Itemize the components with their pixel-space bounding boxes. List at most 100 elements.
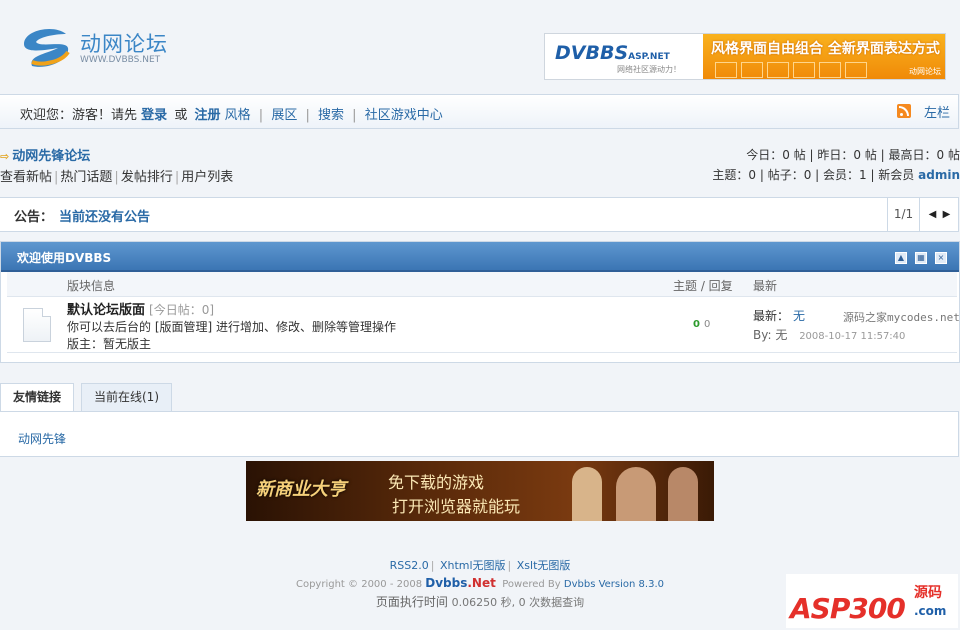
tab-friend-links[interactable]: 友情链接 xyxy=(0,383,75,412)
logo-url: WWW.DVBBS.NET xyxy=(80,55,161,65)
rss-link[interactable]: RSS2.0 xyxy=(390,559,429,572)
last-post-date: 2008-10-17 11:57:40 xyxy=(799,331,906,342)
reply-count: 0 xyxy=(703,319,711,330)
copyright-text: Copyright © 2000 - 2008 xyxy=(295,579,423,590)
col-topics: 主题 / 回复 xyxy=(673,279,733,293)
banner-brand-area: DVBBSASP.NET 网络社区源动力！ xyxy=(545,34,703,79)
board-header: 欢迎使用DVBBS ▲ ▦ × xyxy=(1,242,959,272)
nav-divider: | xyxy=(352,108,357,123)
last-post-label: 最新： xyxy=(753,309,790,323)
friend-link[interactable]: 动网先锋 xyxy=(18,430,66,447)
last-post-author: By: 无 2008-10-17 11:57:40 xyxy=(753,326,905,343)
by-value: 无 xyxy=(775,328,788,342)
quicklink-hot-topics[interactable]: 热门话题 xyxy=(60,170,112,185)
footer-divider: | xyxy=(430,559,435,572)
collapse-icon[interactable]: ▲ xyxy=(895,252,907,264)
quicklink-user-list[interactable]: 用户列表 xyxy=(181,170,233,185)
board-title: 欢迎使用DVBBS xyxy=(17,251,112,265)
powered-text: Powered By xyxy=(502,579,561,590)
quick-links: 查看新帖 | 热门话题 | 发帖排行 | 用户列表 xyxy=(0,166,233,185)
announcement-pager: ◀ ▶ xyxy=(919,198,959,231)
site-logo[interactable]: 动网论坛 WWW.DVBBS.NET xyxy=(18,24,178,74)
nav-divider: | xyxy=(258,108,264,123)
dvbbs-brand-link[interactable]: Dvbbs.Net xyxy=(425,576,496,590)
register-link[interactable]: 注册 xyxy=(194,108,220,123)
version-link[interactable]: Dvbbs Version 8.3.0 xyxy=(564,579,664,590)
topic-count: 0 xyxy=(693,319,700,330)
next-arrow-icon[interactable]: ▶ xyxy=(943,209,951,220)
announcement-text[interactable]: 当前还没有公告 xyxy=(59,206,150,225)
announcement-label: 公告： xyxy=(14,210,54,225)
footer-links: RSS2.0 | Xhtml无图版 | Xslt无图版 xyxy=(0,557,960,573)
banner-brand: DVBBSASP.NET xyxy=(555,42,670,64)
quicklink-new-posts[interactable]: 查看新帖 xyxy=(0,170,52,185)
exec-value: 0.06250 秒, 0 次数据查询 xyxy=(451,596,585,609)
links-panel: 动网先锋 xyxy=(0,411,959,457)
asp300-side2: .com xyxy=(914,604,947,618)
asp300-main: ASP300 xyxy=(790,592,906,625)
tab-online[interactable]: 当前在线(1) xyxy=(81,383,172,411)
announcement-page: 1/1 xyxy=(887,198,919,231)
login-link[interactable]: 登录 xyxy=(141,108,167,123)
member-stats: 主题：0 | 帖子：0 | 会员：1 | 新会员 admin xyxy=(712,166,960,183)
arrow-icon: ⇨ xyxy=(0,150,10,163)
game-ad-line2: 打开浏览器就能玩 xyxy=(392,497,521,516)
forum-name[interactable]: 默认论坛版面 [今日帖：0] xyxy=(67,299,214,318)
expand-link[interactable]: 展区 xyxy=(271,108,297,123)
search-link[interactable]: 搜索 xyxy=(318,108,344,123)
rss-icon[interactable] xyxy=(897,104,911,118)
asp300-watermark-logo: ASP300 源码 .com xyxy=(786,574,958,628)
quicklink-divider: | xyxy=(114,170,119,185)
forum-status-icon xyxy=(23,308,51,342)
forum-counts: 00 xyxy=(693,319,710,330)
style-link[interactable]: 风格 xyxy=(225,108,251,123)
forum-description: 你可以去后台的 [版面管理] 进行增加、修改、删除等管理操作 xyxy=(67,320,396,334)
quicklink-divider: | xyxy=(174,170,180,185)
quicklink-post-ranking[interactable]: 发帖排行 xyxy=(121,170,173,185)
game-logo: 新商业大亨 xyxy=(256,479,346,500)
game-ad-line1: 免下载的游戏 xyxy=(388,473,485,492)
banner-layout-icon xyxy=(715,62,871,79)
forum-title[interactable]: ⇨ 动网先锋论坛 xyxy=(0,145,90,164)
nav-divider: | xyxy=(305,108,310,123)
watermark-text: 源码之家mycodes.net xyxy=(843,311,960,324)
forum-board: 欢迎使用DVBBS ▲ ▦ × 版块信息 主题 / 回复 最新 默认论坛版面 [今日帖… xyxy=(0,241,960,363)
banner-subtitle: 网络社区源动力！ xyxy=(617,65,681,74)
welcome-text: 欢迎您：游客！请先 xyxy=(20,108,138,123)
prev-arrow-icon[interactable]: ◀ xyxy=(929,209,937,220)
character-figure xyxy=(572,467,602,521)
swirl-logo-icon xyxy=(24,29,70,67)
left-column-toggle[interactable]: 左栏 xyxy=(924,102,950,121)
banner-mini-logo: 动网论坛 xyxy=(909,67,941,76)
grid-icon[interactable]: ▦ xyxy=(915,252,927,264)
exec-label: 页面执行时间 xyxy=(375,595,448,609)
game-center-link[interactable]: 社区游戏中心 xyxy=(365,108,443,123)
banner-slogan: 风格界面自由组合 全新界面表达方式 xyxy=(711,41,940,57)
close-icon[interactable]: × xyxy=(935,252,947,264)
forum-name-text: 默认论坛版面 xyxy=(67,303,146,318)
board-tools: ▲ ▦ × xyxy=(887,249,947,264)
announcement-bar: 公告： 当前还没有公告 1/1 ◀ ▶ xyxy=(0,197,959,232)
forum-moderator: 版主：暂无版主 xyxy=(67,337,152,351)
quicklink-divider: | xyxy=(54,170,59,185)
xhtml-link[interactable]: Xhtml无图版 xyxy=(440,559,506,572)
character-figure xyxy=(616,467,656,521)
last-post: 最新：无 xyxy=(753,307,805,324)
or-text: 或 xyxy=(174,108,188,123)
header-banner-ad[interactable]: DVBBSASP.NET 网络社区源动力！ 风格界面自由组合 全新界面表达方式 … xyxy=(544,33,946,80)
forum-title-text: 动网先锋论坛 xyxy=(12,149,91,164)
col-info: 版块信息 xyxy=(67,279,116,293)
footer-divider: | xyxy=(507,559,512,572)
character-figure xyxy=(668,467,698,521)
game-banner-ad[interactable]: 新商业大亨 免下载的游戏 打开浏览器就能玩 xyxy=(246,461,714,521)
xslt-link[interactable]: Xslt无图版 xyxy=(517,559,571,572)
links-tabs: 友情链接 当前在线(1) xyxy=(0,383,960,412)
banner-slogan-area: 风格界面自由组合 全新界面表达方式 动网论坛 xyxy=(703,34,945,79)
user-nav-bar: 欢迎您：游客！请先 登录 或 注册 风格 | 展区 | 搜索 | 社区游戏中心 … xyxy=(0,94,959,129)
forum-row: 默认论坛版面 [今日帖：0] 你可以去后台的 [版面管理] 进行增加、修改、删除等… xyxy=(7,297,960,353)
logo-name: 动网论坛 xyxy=(80,32,168,56)
banner-brand-suffix: ASP.NET xyxy=(628,52,670,62)
col-last: 最新 xyxy=(753,279,778,293)
last-post-link[interactable]: 无 xyxy=(793,309,805,323)
newest-member-link[interactable]: admin xyxy=(918,168,960,182)
